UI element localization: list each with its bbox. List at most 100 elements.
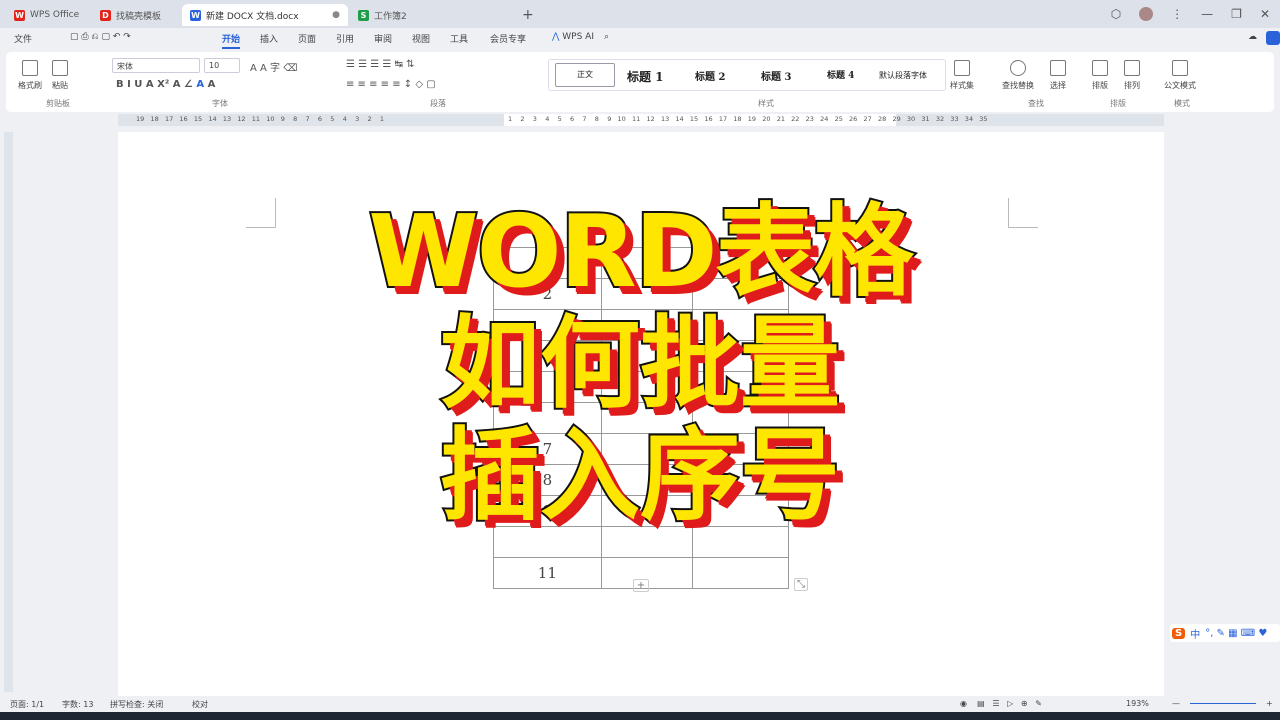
align-icons[interactable]: ≡ ≡ ≡ ≡ ≡ ↕ ◇ ▢ (346, 79, 436, 90)
select-label: 选择 (1050, 81, 1066, 90)
style-set-button[interactable]: 样式集 (950, 60, 974, 91)
menu-home[interactable]: 开始 (222, 32, 241, 49)
font-group-label: 字体 (212, 99, 228, 108)
tab-label: 新建 DOCX 文档.docx (206, 11, 299, 22)
word-count[interactable]: 字数: 13 (62, 699, 93, 710)
paste-label: 粘贴 (52, 81, 68, 90)
table-cell[interactable]: 11 (493, 557, 602, 589)
menu-icon[interactable]: ⋮ (1171, 7, 1183, 21)
style-heading-3[interactable]: 标题 3 (761, 68, 791, 83)
menu-page[interactable]: 页面 (298, 32, 316, 45)
os-taskbar (0, 712, 1280, 720)
clipboard-group-label: 剪贴板 (46, 99, 70, 108)
quick-access-icons[interactable]: ▢ ⎙ ⎌ ▢ ↶ ↷ (70, 32, 131, 42)
paragraph-group-label: 段落 (430, 99, 446, 108)
page-count[interactable]: 页面: 1/1 (10, 699, 44, 710)
status-bar: 页面: 1/1 字数: 13 拼写检查: 关闭 校对 ◉ ▤ ☰ ▷ ⊕ ✎ 1… (0, 696, 1280, 712)
style-gallery[interactable]: 正文 标题 1 标题 2 标题 3 标题 4 默认段落字体 (548, 59, 946, 91)
layout-button[interactable]: 排版 (1092, 60, 1108, 91)
doc-style-label: 公文模式 (1164, 81, 1196, 90)
menu-insert[interactable]: 插入 (260, 32, 278, 45)
menu-review[interactable]: 审阅 (374, 32, 392, 45)
title-line-3: 插入序号 (438, 417, 842, 534)
maximize-icon[interactable]: ❐ (1231, 7, 1242, 21)
ai-icon: ⋀ (552, 32, 560, 42)
add-row-button[interactable]: + (633, 579, 649, 592)
mode-group-label: 模式 (1174, 99, 1190, 108)
find-replace-label: 查找替换 (1002, 81, 1034, 90)
spell-check[interactable]: 拼写检查: 关闭 (110, 699, 163, 710)
list-icons[interactable]: ☰ ☰ ☰ ☰ ↹ ⇅ (346, 59, 415, 70)
new-tab-button[interactable]: + (514, 4, 542, 26)
share-icon[interactable] (1266, 31, 1280, 45)
style-heading-4[interactable]: 标题 4 (827, 68, 854, 81)
close-icon[interactable]: ● (332, 10, 340, 20)
proof-button[interactable]: 校对 (192, 699, 208, 710)
wps-ai-button[interactable]: ⋀ WPS AI (552, 32, 594, 42)
ime-toolbar[interactable]: S 中 °, ✎ ▦ ⌨ ♥ (1170, 624, 1280, 642)
menu-bar: 文件 ▢ ⎙ ⎌ ▢ ↶ ↷ 开始 插入 页面 引用 审阅 视图 工具 会员专享… (0, 28, 1280, 50)
style-set-label: 样式集 (950, 81, 974, 90)
horizontal-ruler[interactable]: 19 18 17 16 15 14 13 12 11 10 9 8 7 6 5 … (118, 114, 1164, 126)
tab-label: 找稿壳模板 (116, 11, 162, 22)
menu-view[interactable]: 视图 (412, 32, 430, 45)
file-menu[interactable]: 文件 (14, 32, 32, 45)
font-size-select[interactable]: 10 (204, 58, 240, 73)
minimize-icon[interactable]: — (1201, 7, 1213, 21)
font-style-icons[interactable]: B I U A X² A ∠ A A (116, 79, 215, 90)
font-name-select[interactable]: 宋体 (112, 58, 200, 73)
tab-document[interactable]: W 新建 DOCX 文档.docx ● (182, 4, 348, 26)
tab-label: 工作簿2 (374, 11, 407, 22)
tab-template[interactable]: D 找稿壳模板 (92, 4, 169, 26)
style-heading-1[interactable]: 标题 1 (627, 68, 664, 85)
select-button[interactable]: 选择 (1050, 60, 1066, 91)
doc-style-icon (1172, 60, 1188, 76)
close-window-icon[interactable]: ✕ (1260, 7, 1270, 21)
style-group-label: 样式 (758, 99, 774, 108)
sogou-icon: S (1172, 627, 1186, 639)
find-icon (1010, 60, 1026, 76)
title-line-1: WORD表格 (366, 193, 915, 310)
tab-workbook[interactable]: S 工作簿2 (350, 4, 415, 26)
view-mode-icons[interactable]: ◉ ▤ ☰ ▷ ⊕ ✎ (960, 699, 1052, 708)
video-title-overlay: WORD表格 如何批量 插入序号 (0, 193, 1280, 534)
cube-icon[interactable]: ⬡ (1111, 7, 1121, 21)
word-doc-icon: W (190, 9, 201, 21)
arrange-label: 排列 (1124, 81, 1140, 90)
ime-tools-icons[interactable]: °, ✎ ▦ ⌨ ♥ (1205, 628, 1267, 639)
tab-bar: W WPS Office D 找稿壳模板 W 新建 DOCX 文档.docx ●… (0, 0, 1280, 28)
format-painter-label: 格式刷 (18, 81, 42, 90)
doc-style-button[interactable]: 公文模式 (1164, 60, 1196, 91)
tab-label: WPS Office (30, 10, 80, 20)
paste-button[interactable]: 粘贴 (52, 60, 68, 91)
menu-tools[interactable]: 工具 (450, 32, 468, 45)
arrange-button[interactable]: 排列 (1124, 60, 1140, 91)
zoom-level[interactable]: 193% (1126, 699, 1149, 708)
cloud-icon[interactable]: ☁ (1248, 32, 1257, 42)
ruler-marks-right: 1 2 3 4 5 6 7 8 9 10 11 12 13 14 15 16 1… (508, 115, 988, 123)
menu-reference[interactable]: 引用 (336, 32, 354, 45)
tab-wps-office[interactable]: W WPS Office (6, 4, 87, 26)
table-cell[interactable] (692, 557, 789, 589)
cursor-icon (1050, 60, 1066, 76)
layout-label: 排版 (1092, 81, 1108, 90)
font-tools-icons[interactable]: A A 字 ⌫ (250, 59, 297, 74)
title-line-2: 如何批量 (438, 305, 842, 422)
format-painter-icon (22, 60, 38, 76)
search-icon[interactable]: ⌕ (604, 32, 609, 42)
layout-icon (1092, 60, 1108, 76)
zoom-in-icon[interactable]: + (1266, 699, 1273, 708)
paste-icon (52, 60, 68, 76)
ruler-marks: 19 18 17 16 15 14 13 12 11 10 9 8 7 6 5 … (136, 115, 385, 123)
layout-group-label: 排版 (1110, 99, 1126, 108)
format-painter-button[interactable]: 格式刷 (18, 60, 42, 91)
menu-member[interactable]: 会员专享 (490, 32, 526, 45)
style-normal[interactable]: 正文 (555, 63, 615, 87)
zoom-slider[interactable] (1190, 703, 1256, 704)
avatar[interactable] (1139, 7, 1154, 21)
find-replace-button[interactable]: 查找替换 (1002, 60, 1034, 91)
zoom-out-icon[interactable]: — (1172, 699, 1180, 708)
style-heading-2[interactable]: 标题 2 (695, 68, 725, 83)
style-default-font[interactable]: 默认段落字体 (879, 70, 927, 81)
resize-table-handle[interactable]: ⤡ (794, 578, 808, 591)
